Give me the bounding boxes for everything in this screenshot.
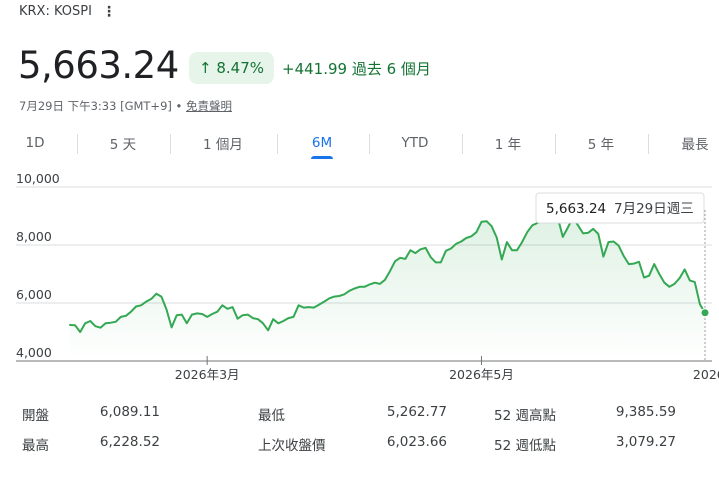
tab-label: 6M [311, 135, 333, 151]
stat-label: 開盤 [22, 408, 49, 424]
y-tick-label: 6,000 [16, 287, 52, 302]
quote-timestamp: 7月29日 下午3:33 [GMT+9] • 免責聲明 [19, 98, 232, 114]
tab-divider [555, 134, 556, 154]
stat-value: 6,089.11 [99, 404, 160, 420]
price-chart[interactable]: 4,000 6,000 8,000 10,000 2026年3月 2026年5月 2026年… [0, 172, 719, 392]
tab-1d[interactable]: 1D [0, 126, 70, 160]
stat-label: 最低 [258, 408, 285, 424]
tab-1m[interactable]: 1 個月 [188, 126, 258, 160]
tab-6m[interactable]: 6M [287, 126, 357, 160]
current-price: 5,663.24 [18, 44, 179, 87]
tab-ytd[interactable]: YTD [380, 126, 450, 160]
tab-divider [77, 134, 78, 154]
range-tabs: 1D 5 天 1 個月 6M YTD 1 年 5 年 最長 [0, 126, 719, 162]
change-period: 過去 6 個月 [351, 60, 431, 78]
stat-label: 上次收盤價 [258, 438, 326, 454]
tab-5d[interactable]: 5 天 [88, 126, 158, 160]
stat-label: 52 週低點 [494, 438, 556, 454]
tab-divider [277, 134, 278, 154]
change-percent: ↑ 8.47% [199, 59, 264, 77]
x-tick-label: 2026年5月 [449, 367, 514, 382]
tab-label: 1 個月 [203, 137, 243, 153]
tab-label: 最長 [681, 137, 709, 153]
more-vert-icon[interactable]: ⋮ [102, 5, 116, 19]
tab-divider [462, 134, 463, 154]
x-tick-label: 2026年3月 [175, 367, 240, 382]
disclaimer-link[interactable]: 免責聲明 [186, 99, 232, 113]
tab-divider [170, 134, 171, 154]
exchange-label: KRX: KOSPI [19, 4, 92, 19]
stat-label: 52 週高點 [494, 408, 556, 424]
tab-divider [369, 134, 370, 154]
stat-value: 9,385.59 [615, 404, 676, 420]
change-percent-badge: ↑ 8.47% [189, 52, 274, 84]
tab-label: 1 年 [494, 137, 522, 153]
tab-divider [648, 134, 649, 154]
y-tick-label: 4,000 [16, 345, 52, 360]
exchange-header: KRX: KOSPI ⋮ [19, 4, 116, 19]
change-summary: +441.99 過去 6 個月 [282, 58, 431, 79]
y-tick-label: 10,000 [16, 172, 60, 186]
stat-value: 6,023.66 [386, 434, 447, 450]
tab-5y[interactable]: 5 年 [566, 126, 636, 160]
area-fill [70, 216, 705, 361]
stat-label: 最高 [22, 438, 49, 454]
tab-label: 5 天 [109, 137, 137, 153]
stat-value: 3,079.27 [615, 434, 676, 450]
tooltip-date: 7月29日週三 [614, 201, 694, 217]
change-absolute: +441.99 [282, 60, 348, 78]
tab-label: 1D [25, 135, 45, 151]
tab-label: YTD [401, 135, 429, 151]
tab-max[interactable]: 最長 [660, 126, 719, 160]
stat-value: 6,228.52 [99, 434, 160, 450]
tooltip-value: 5,663.24 [546, 201, 606, 217]
x-tick-label: 2026年7月 [693, 367, 719, 382]
data-point [700, 308, 710, 318]
stat-value: 5,262.77 [386, 404, 447, 420]
tab-1y[interactable]: 1 年 [473, 126, 543, 160]
y-tick-label: 8,000 [16, 229, 52, 244]
timestamp-text: 7月29日 下午3:33 [GMT+9] • [19, 99, 183, 113]
tab-label: 5 年 [587, 137, 615, 153]
